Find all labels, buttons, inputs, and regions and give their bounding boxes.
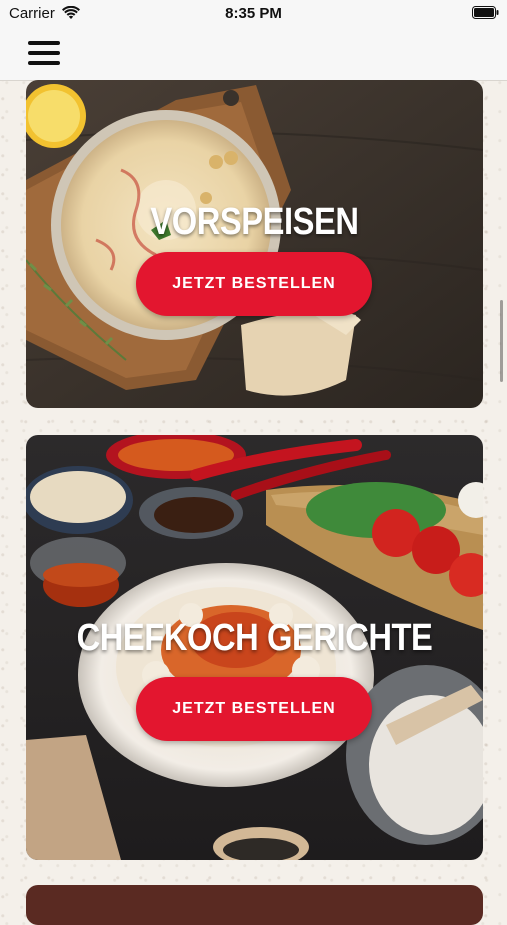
order-now-button-chefkoch-gerichte[interactable]: JETZT BESTELLEN — [136, 677, 372, 741]
status-bar: Carrier 8:35 PM — [0, 0, 507, 28]
hamburger-menu-icon[interactable] — [24, 38, 64, 68]
category-card-chefkoch-gerichte[interactable]: CHEFKOCH GERICHTE JETZT BESTELLEN — [26, 435, 483, 860]
status-time: 8:35 PM — [225, 5, 282, 22]
category-title: VORSPEISEN — [150, 201, 359, 243]
category-card-next[interactable] — [26, 885, 483, 925]
battery-icon — [472, 6, 499, 19]
scroll-indicator[interactable] — [500, 300, 503, 382]
order-now-button-vorspeisen[interactable]: JETZT BESTELLEN — [136, 252, 372, 316]
category-title: CHEFKOCH GERICHTE — [76, 617, 433, 659]
category-card-vorspeisen[interactable]: VORSPEISEN JETZT BESTELLEN — [26, 80, 483, 408]
nav-bar — [0, 28, 507, 81]
category-image-hummus — [26, 80, 483, 408]
